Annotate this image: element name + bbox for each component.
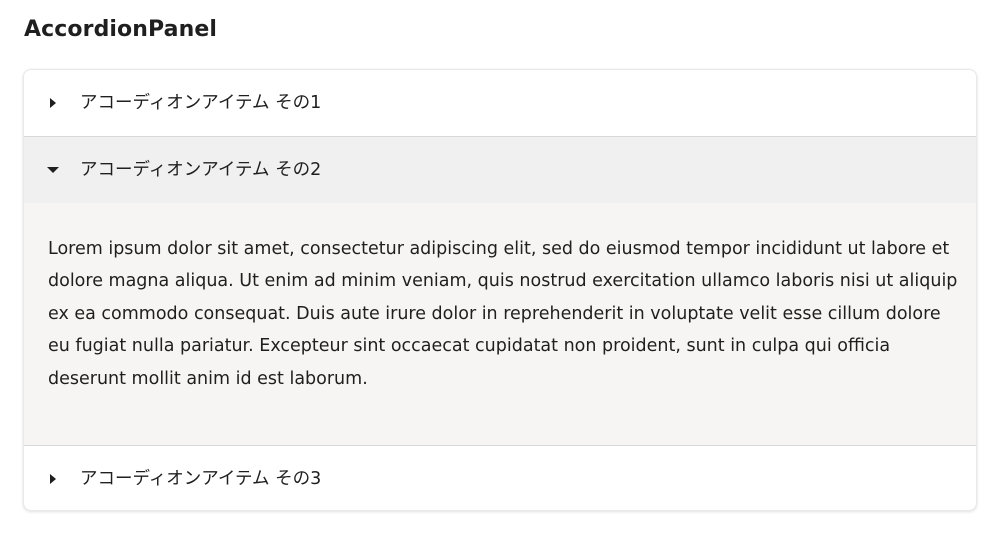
accordion-item-3-header[interactable]: アコーディオンアイテム その3: [24, 446, 976, 510]
accordion-item-2-header[interactable]: アコーディオンアイテム その2: [24, 137, 976, 203]
accordion-item-2-panel: Lorem ipsum dolor sit amet, consectetur …: [24, 203, 976, 445]
caret-right-icon: [50, 474, 56, 484]
caret-down-icon: [47, 167, 59, 173]
accordion-panel: アコーディオンアイテム その1 アコーディオンアイテム その2 Lorem ip…: [23, 69, 977, 511]
page: AccordionPanel アコーディオンアイテム その1 アコーディオンアイ…: [0, 0, 1003, 539]
caret-right-icon: [50, 98, 56, 108]
accordion-item-3-label: アコーディオンアイテム その3: [80, 469, 322, 489]
accordion-item-2-content: Lorem ipsum dolor sit amet, consectetur …: [48, 239, 958, 389]
page-title: AccordionPanel: [24, 17, 218, 42]
accordion-item-1-label: アコーディオンアイテム その1: [80, 93, 322, 113]
accordion-item-1-header[interactable]: アコーディオンアイテム その1: [24, 70, 976, 136]
accordion-item-2-label: アコーディオンアイテム その2: [80, 160, 322, 180]
